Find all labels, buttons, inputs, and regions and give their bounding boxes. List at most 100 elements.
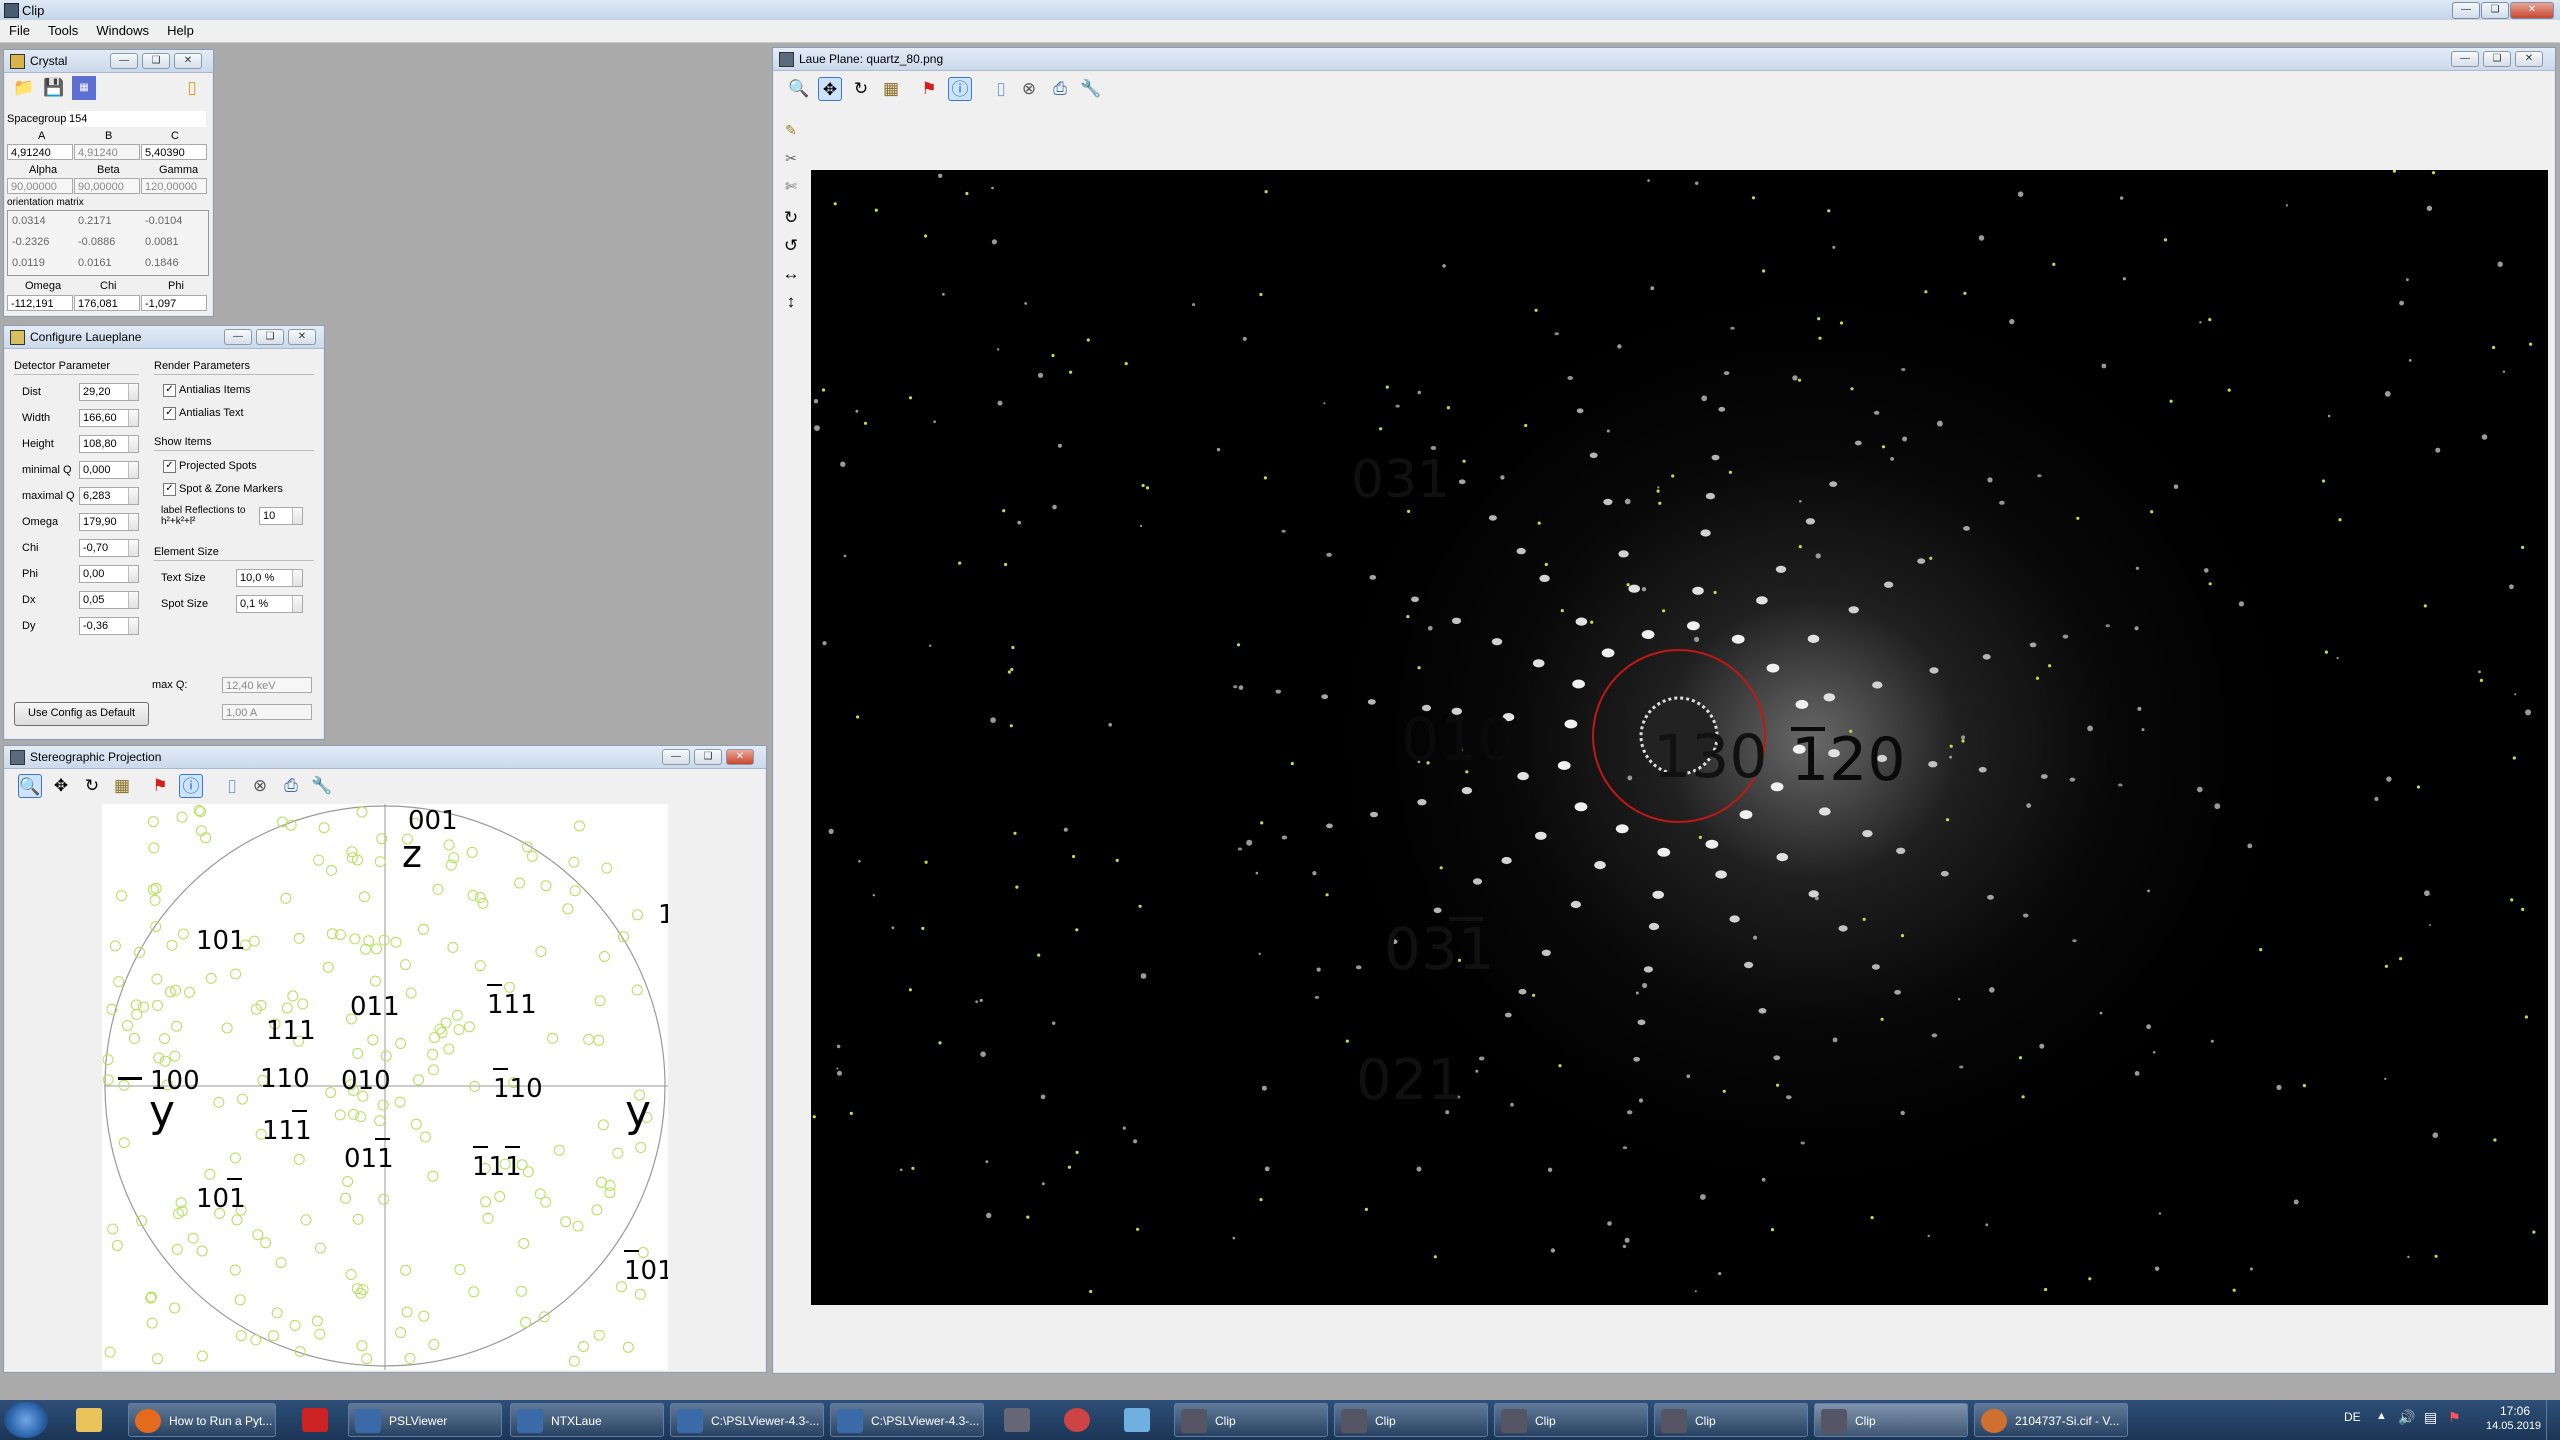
task-clip-4[interactable]: Clip [1654, 1403, 1808, 1437]
flag-icon[interactable]: ⚑ [2448, 1409, 2461, 1426]
restore-icon[interactable]: ❑ [2481, 2, 2509, 19]
menu-file[interactable]: File [0, 20, 39, 41]
dist-spinbox[interactable]: 29,20 [79, 383, 139, 401]
info-icon[interactable]: ⓘ [948, 77, 972, 101]
text-size-spinbox[interactable]: 10,0 % [236, 569, 303, 587]
minimize-icon[interactable]: — [110, 53, 138, 69]
minimize-icon[interactable]: — [224, 329, 252, 345]
spot-zone-checkbox[interactable]: ✓ [163, 483, 176, 496]
close-icon[interactable]: ✕ [2515, 51, 2543, 67]
flag-icon[interactable]: ⚑ [148, 774, 172, 798]
dy-spinbox[interactable]: -0,36 [79, 617, 139, 635]
flag-icon[interactable]: ⚑ [917, 77, 941, 101]
marker-icon[interactable]: ▯ [220, 774, 244, 798]
height-spinbox[interactable]: 108,80 [79, 435, 139, 453]
omega-field[interactable]: -112,191 [7, 295, 73, 311]
close-icon[interactable]: ✕ [726, 749, 754, 765]
info-icon[interactable]: ⓘ [179, 774, 203, 798]
volume-icon[interactable]: 🔊 [2398, 1409, 2415, 1426]
tray-arrow-icon[interactable]: ▲ [2376, 1410, 2387, 1422]
notes-pin[interactable] [1112, 1403, 1162, 1437]
print-icon[interactable]: ⎙ [1048, 77, 1072, 101]
dx-spinbox[interactable]: 0,05 [79, 591, 139, 609]
laue-image[interactable]: 031 010 130 120 031 021 [811, 170, 2548, 1305]
c-field[interactable]: 5,40390 [141, 144, 207, 160]
clear-icon[interactable]: ⊗ [1017, 77, 1041, 101]
lattice-icon[interactable]: ▦ [72, 76, 96, 100]
minimize-icon[interactable]: — [662, 749, 690, 765]
network-icon[interactable]: ▤ [2424, 1409, 2437, 1426]
use-config-default-button[interactable]: Use Config as Default [14, 702, 149, 726]
minimize-icon[interactable]: — [2452, 2, 2480, 19]
restore-icon[interactable]: ❑ [2483, 51, 2511, 67]
print-icon[interactable]: ⎙ [279, 774, 303, 798]
marker-icon[interactable]: ▯ [989, 77, 1013, 101]
maxq-spinbox[interactable]: 6,283 [79, 487, 139, 505]
antialias-items-checkbox[interactable]: ✓ [163, 384, 176, 397]
pan-icon[interactable]: ✥ [818, 77, 842, 101]
pan-icon[interactable]: ✥ [49, 774, 73, 798]
task-pslviewer[interactable]: PSLViewer [348, 1403, 502, 1437]
task-pslviewer-path-1[interactable]: C:\PSLViewer-4.3-... [670, 1403, 824, 1437]
clear-icon[interactable]: ⊗ [248, 774, 272, 798]
restore-icon[interactable]: ❑ [694, 749, 722, 765]
vesta-pin[interactable] [290, 1403, 340, 1437]
clock-date[interactable]: 14.05.2019 [2486, 1420, 2541, 1432]
edit-icon[interactable]: ✎ [779, 118, 803, 142]
rotate-cw-icon[interactable]: ↻ [779, 206, 803, 230]
image-icon[interactable]: ▦ [110, 774, 134, 798]
crop-icon[interactable]: ✂ [779, 146, 803, 170]
restore-icon[interactable]: ❑ [142, 53, 170, 69]
clock-time[interactable]: 17:06 [2500, 1404, 2530, 1418]
zoom-icon[interactable]: 🔍 [787, 77, 811, 101]
task-clip-2[interactable]: Clip [1334, 1403, 1488, 1437]
start-button[interactable] [4, 1402, 48, 1438]
spacegroup-field[interactable]: 154 [66, 111, 206, 127]
flip-vertical-icon[interactable]: ↕ [779, 290, 803, 314]
close-icon[interactable]: ✕ [288, 329, 316, 345]
task-ntxlaue[interactable]: NTXLaue [510, 1403, 664, 1437]
settings-icon[interactable]: 🔧 [310, 774, 334, 798]
menu-windows[interactable]: Windows [87, 20, 158, 41]
close-icon[interactable]: ✕ [2510, 2, 2554, 19]
zoom-icon[interactable]: 🔍 [18, 774, 42, 798]
menu-help[interactable]: Help [158, 20, 203, 41]
rotate-icon[interactable]: ↻ [849, 77, 873, 101]
a-field[interactable]: 4,91240 [7, 144, 73, 160]
rotate-ccw-icon[interactable]: ↺ [779, 234, 803, 258]
omega-spinbox[interactable]: 179,90 [79, 513, 139, 531]
spot-size-spinbox[interactable]: 0,1 % [236, 595, 303, 613]
task-pslviewer-path-2[interactable]: C:\PSLViewer-4.3-... [830, 1403, 984, 1437]
close-icon[interactable]: ✕ [174, 53, 202, 69]
menu-tools[interactable]: Tools [39, 20, 87, 41]
antialias-text-checkbox[interactable]: ✓ [163, 407, 176, 420]
explorer-pin[interactable] [64, 1403, 114, 1437]
settings-icon[interactable]: 🔧 [1079, 77, 1103, 101]
minimize-icon[interactable]: — [2451, 51, 2479, 67]
projected-spots-checkbox[interactable]: ✓ [163, 460, 176, 473]
flip-horizontal-icon[interactable]: ↔ [779, 262, 803, 286]
show-desktop-button[interactable] [2546, 1400, 2560, 1440]
open-icon[interactable]: 📁 [12, 76, 36, 100]
phi-spinbox[interactable]: 0,00 [79, 565, 139, 583]
lock-icon[interactable]: ▯ [180, 76, 204, 100]
phi-field[interactable]: -1,097 [141, 295, 207, 311]
save-icon[interactable]: 💾 [42, 76, 66, 100]
label-reflections-spinbox[interactable]: 10 [259, 507, 303, 525]
chi-field[interactable]: 176,081 [74, 295, 140, 311]
rotate-icon[interactable]: ↻ [80, 774, 104, 798]
chi-spinbox[interactable]: -0,70 [79, 539, 139, 557]
task-clip-3[interactable]: Clip [1494, 1403, 1648, 1437]
clip-pin[interactable] [992, 1403, 1042, 1437]
task-clip-5[interactable]: Clip [1814, 1403, 1968, 1437]
language-indicator[interactable]: DE [2344, 1410, 2361, 1424]
app-pin[interactable] [1052, 1403, 1102, 1437]
restore-icon[interactable]: ❑ [256, 329, 284, 345]
width-spinbox[interactable]: 166,60 [79, 409, 139, 427]
scissor-icon[interactable]: ✄ [779, 174, 803, 198]
image-icon[interactable]: ▦ [879, 77, 903, 101]
task-vesta-file[interactable]: 2104737-Si.cif - V... [1974, 1403, 2128, 1437]
task-browser[interactable]: How to Run a Pyt... [128, 1403, 276, 1437]
task-clip-1[interactable]: Clip [1174, 1403, 1328, 1437]
minq-spinbox[interactable]: 0,000 [79, 461, 139, 479]
